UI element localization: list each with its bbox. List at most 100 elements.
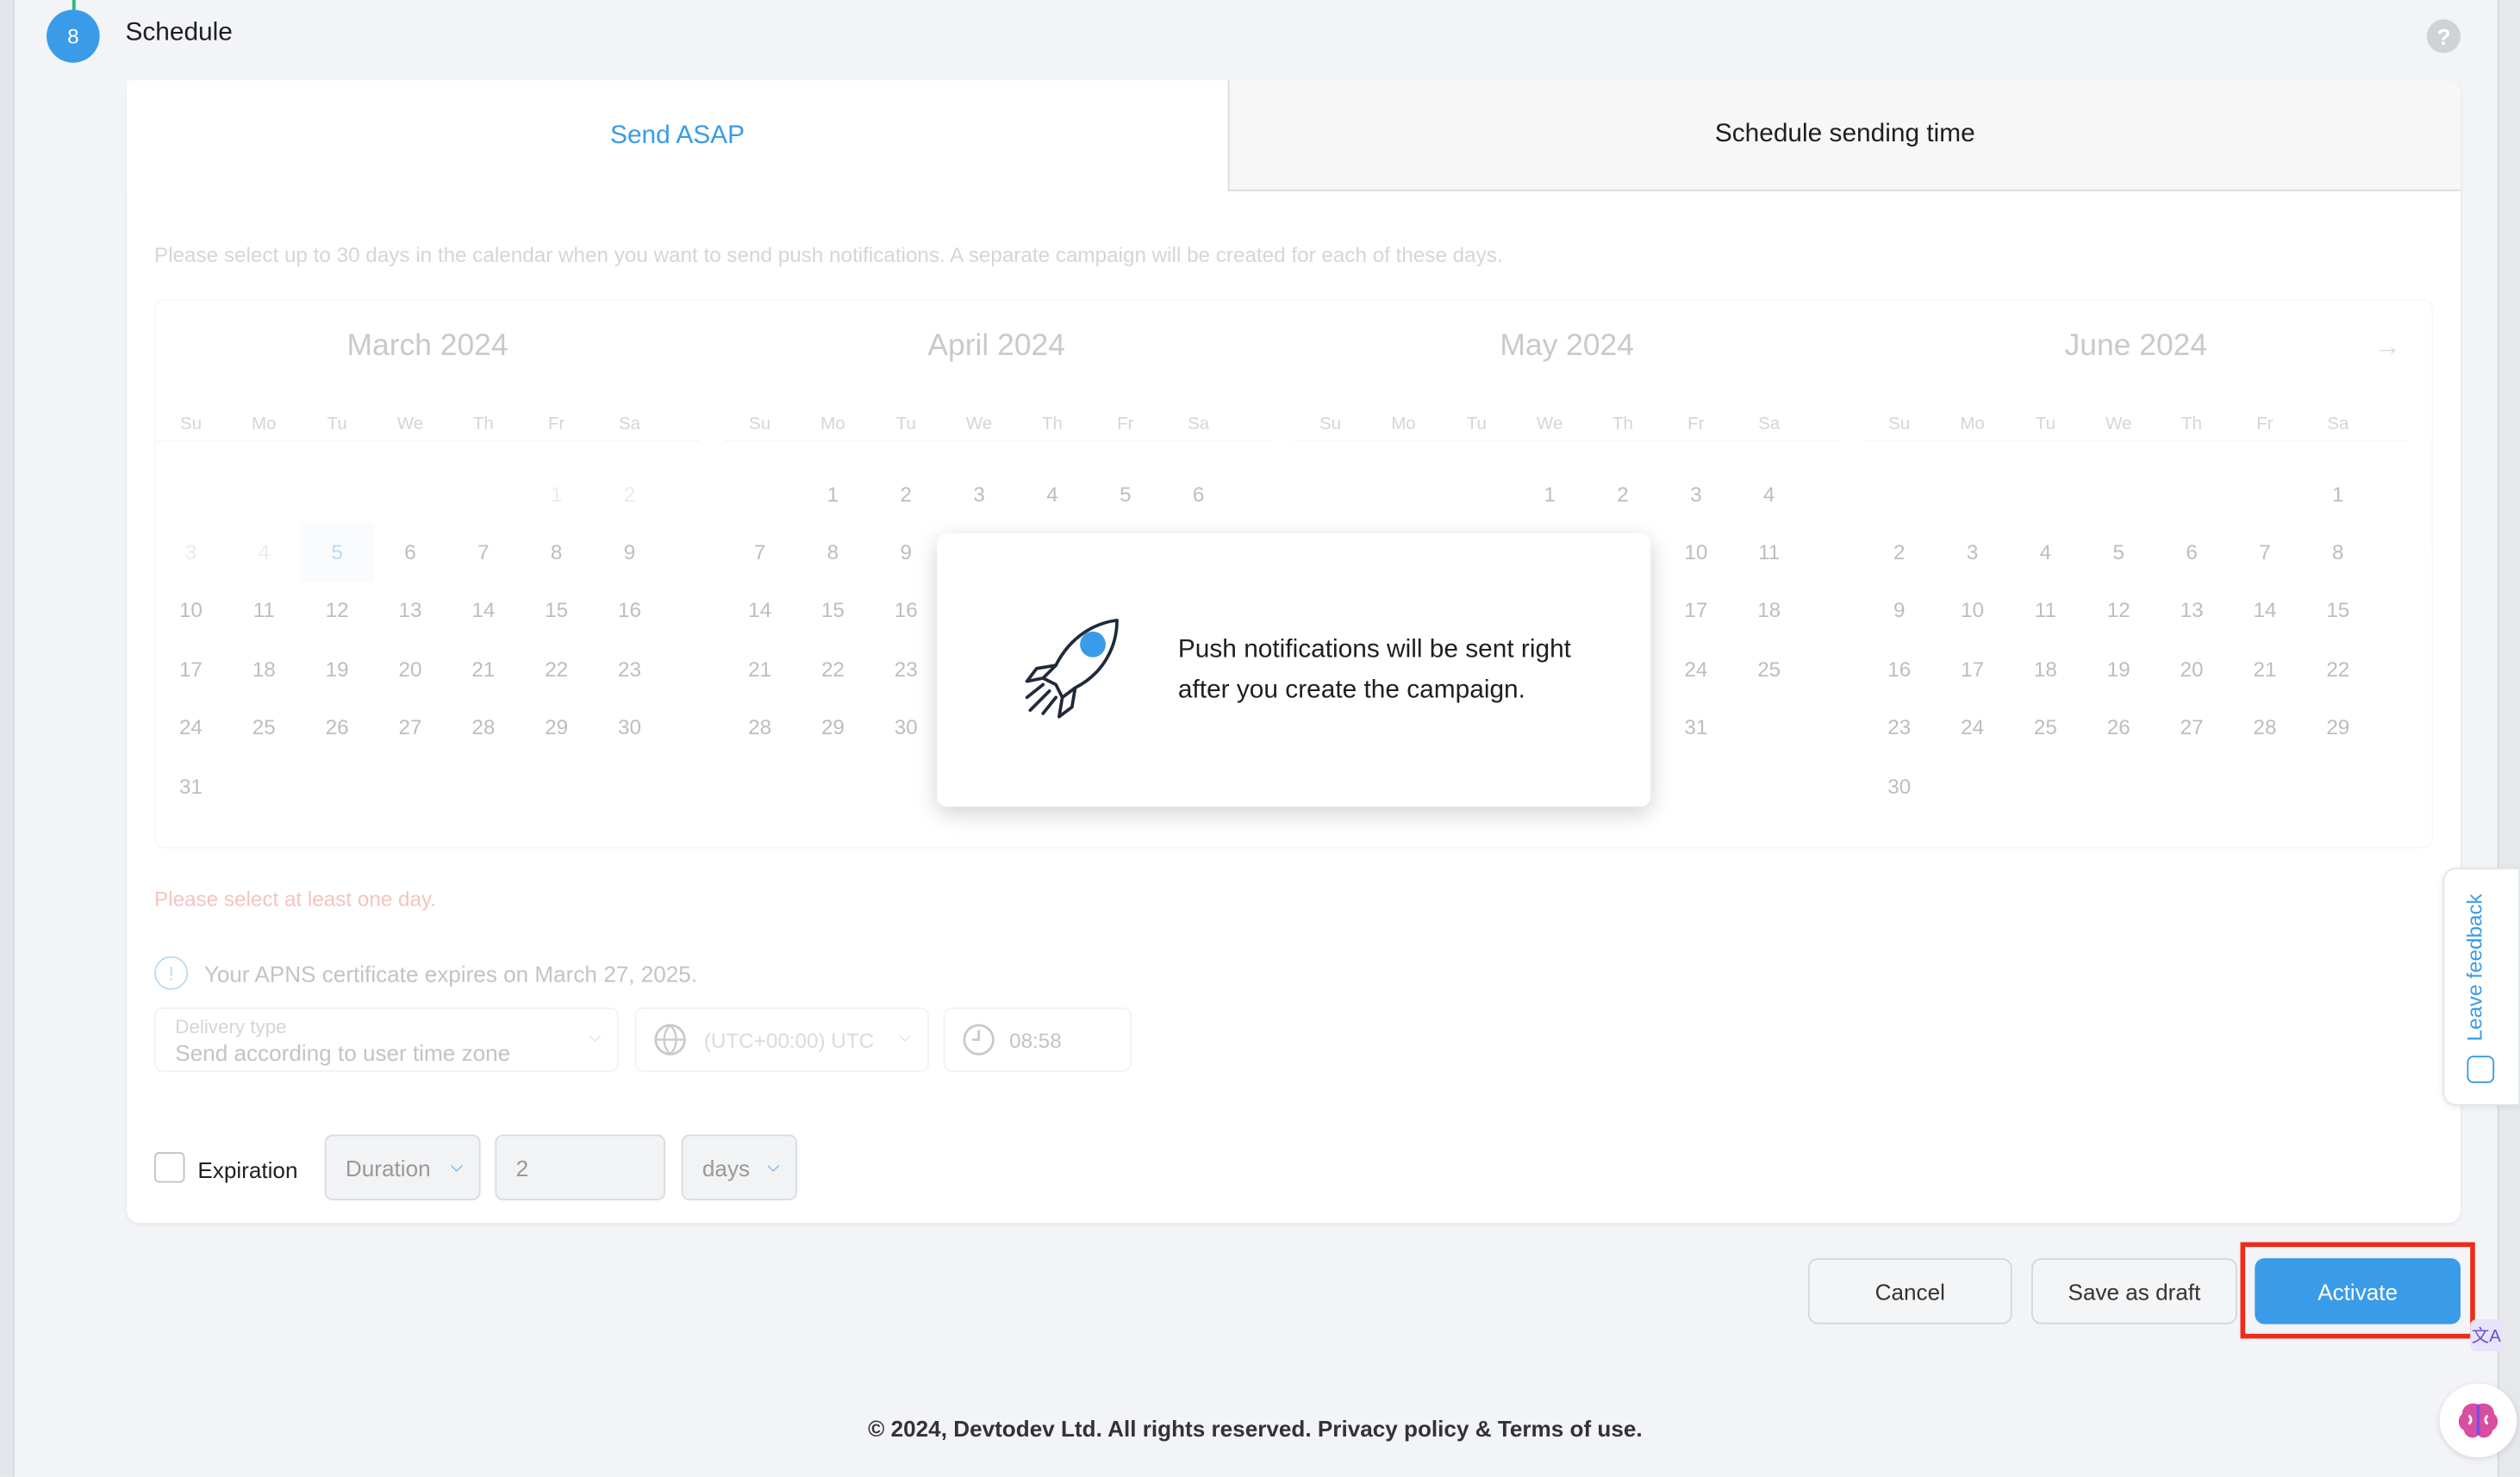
calendar-day[interactable]: 21: [2229, 640, 2302, 699]
leave-feedback-label[interactable]: Leave feedback: [2462, 881, 2486, 1041]
calendar-day[interactable]: 9: [593, 523, 666, 582]
calendar-day[interactable]: 23: [593, 640, 666, 699]
calendar-day[interactable]: 7: [2229, 523, 2302, 582]
calendar-day[interactable]: 22: [796, 640, 870, 699]
calendar-day[interactable]: 11: [2009, 582, 2082, 640]
calendar-day[interactable]: 6: [1162, 464, 1235, 523]
calendar-day[interactable]: 28: [723, 698, 796, 757]
calendar-day[interactable]: 24: [1936, 698, 2009, 757]
calendar-day[interactable]: 24: [154, 698, 228, 757]
calendar-day[interactable]: 6: [2155, 523, 2229, 582]
calendar-day[interactable]: 15: [520, 582, 593, 640]
calendar-day[interactable]: 2: [1587, 464, 1660, 523]
scrollbar[interactable]: [2497, 0, 2520, 1477]
calendar-day[interactable]: 16: [593, 582, 666, 640]
calendar-day[interactable]: 26: [2082, 698, 2155, 757]
calendar-day[interactable]: 2: [1862, 523, 1936, 582]
calendar-day[interactable]: 23: [870, 640, 943, 699]
calendar-day[interactable]: 28: [2229, 698, 2302, 757]
calendar-day[interactable]: 3: [1936, 523, 2009, 582]
calendar-day[interactable]: 28: [446, 698, 520, 757]
calendar-day[interactable]: 14: [2229, 582, 2302, 640]
calendar-day[interactable]: 29: [2301, 698, 2374, 757]
calendar-day[interactable]: 21: [723, 640, 796, 699]
calendar-day[interactable]: 7: [723, 523, 796, 582]
calendar-day[interactable]: 9: [1862, 582, 1936, 640]
calendar-day[interactable]: 19: [2082, 640, 2155, 699]
calendar-day[interactable]: 3: [1659, 464, 1732, 523]
calendar-day[interactable]: 4: [1016, 464, 1089, 523]
calendar-day[interactable]: 8: [2301, 523, 2374, 582]
calendar-day[interactable]: 8: [796, 523, 870, 582]
calendar-day[interactable]: 27: [2155, 698, 2229, 757]
expiration-unit-select[interactable]: days ⌵: [681, 1134, 797, 1201]
calendar-day[interactable]: 31: [154, 757, 228, 815]
next-month-arrow-icon[interactable]: →: [2373, 331, 2401, 363]
calendar-day[interactable]: 17: [154, 640, 228, 699]
timezone-select[interactable]: (UTC+00:00) UTC ⌵: [634, 1007, 929, 1072]
calendar-day[interactable]: 8: [520, 523, 593, 582]
calendar-day[interactable]: 3: [943, 464, 1016, 523]
calendar-day[interactable]: 12: [2082, 582, 2155, 640]
calendar-day[interactable]: 22: [520, 640, 593, 699]
calendar-day[interactable]: 16: [1862, 640, 1936, 699]
calendar-day[interactable]: 15: [2301, 582, 2374, 640]
calendar-day[interactable]: 6: [374, 523, 447, 582]
calendar-day[interactable]: 18: [1732, 582, 1806, 640]
translate-icon[interactable]: 文A: [2470, 1319, 2503, 1352]
calendar-day[interactable]: 26: [301, 698, 374, 757]
calendar-day[interactable]: 19: [301, 640, 374, 699]
cancel-button[interactable]: Cancel: [1807, 1258, 2012, 1324]
calendar-day[interactable]: 14: [446, 582, 520, 640]
calendar-day[interactable]: 21: [446, 640, 520, 699]
calendar-day[interactable]: 30: [870, 698, 943, 757]
calendar-day[interactable]: 30: [1862, 757, 1936, 815]
calendar-day[interactable]: 1: [2301, 464, 2374, 523]
calendar-day[interactable]: 18: [2009, 640, 2082, 699]
calendar-day[interactable]: 27: [374, 698, 447, 757]
calendar-day[interactable]: 29: [520, 698, 593, 757]
save-as-draft-button[interactable]: Save as draft: [2031, 1258, 2237, 1324]
calendar-day[interactable]: 2: [870, 464, 943, 523]
calendar-day[interactable]: 5: [300, 522, 374, 582]
send-time-input[interactable]: 08:58: [943, 1007, 1132, 1072]
calendar-day[interactable]: 11: [228, 582, 301, 640]
calendar-day[interactable]: 15: [796, 582, 870, 640]
tab-schedule-sending-time[interactable]: Schedule sending time: [1227, 80, 2461, 191]
calendar-day[interactable]: 20: [374, 640, 447, 699]
tab-send-asap[interactable]: Send ASAP: [127, 80, 1228, 191]
calendar-day[interactable]: 1: [1513, 464, 1587, 523]
delivery-type-select[interactable]: Delivery type Send according to user tim…: [154, 1007, 619, 1072]
calendar-day[interactable]: 23: [1862, 698, 1936, 757]
calendar-day[interactable]: 24: [1659, 640, 1732, 699]
expiration-mode-select[interactable]: Duration ⌵: [324, 1134, 481, 1201]
help-icon[interactable]: ?: [2426, 19, 2461, 53]
calendar-day[interactable]: 25: [1732, 640, 1806, 699]
calendar-day[interactable]: 10: [154, 582, 228, 640]
calendar-day[interactable]: 29: [796, 698, 870, 757]
calendar-day[interactable]: 16: [870, 582, 943, 640]
calendar-day[interactable]: 4: [1732, 464, 1806, 523]
calendar-day[interactable]: 10: [1659, 523, 1732, 582]
calendar-day[interactable]: 4: [2009, 523, 2082, 582]
calendar-day[interactable]: 17: [1659, 582, 1732, 640]
calendar-day[interactable]: 7: [446, 523, 520, 582]
calendar-day[interactable]: 13: [374, 582, 447, 640]
calendar-day[interactable]: 20: [2155, 640, 2229, 699]
calendar-day[interactable]: 10: [1936, 582, 2009, 640]
expiration-checkbox[interactable]: [154, 1152, 185, 1183]
calendar-day[interactable]: 11: [1732, 523, 1806, 582]
calendar-day[interactable]: 17: [1936, 640, 2009, 699]
calendar-day[interactable]: 5: [2082, 523, 2155, 582]
calendar-day[interactable]: 14: [723, 582, 796, 640]
calendar-day[interactable]: 9: [870, 523, 943, 582]
calendar-day[interactable]: 1: [796, 464, 870, 523]
expiration-amount-input[interactable]: 2: [495, 1134, 666, 1201]
calendar-day[interactable]: 12: [301, 582, 374, 640]
calendar-day[interactable]: 25: [2009, 698, 2082, 757]
calendar-day[interactable]: 13: [2155, 582, 2229, 640]
calendar-day[interactable]: 5: [1088, 464, 1162, 523]
calendar-day[interactable]: 18: [228, 640, 301, 699]
calendar-day[interactable]: 30: [593, 698, 666, 757]
calendar-day[interactable]: 25: [228, 698, 301, 757]
